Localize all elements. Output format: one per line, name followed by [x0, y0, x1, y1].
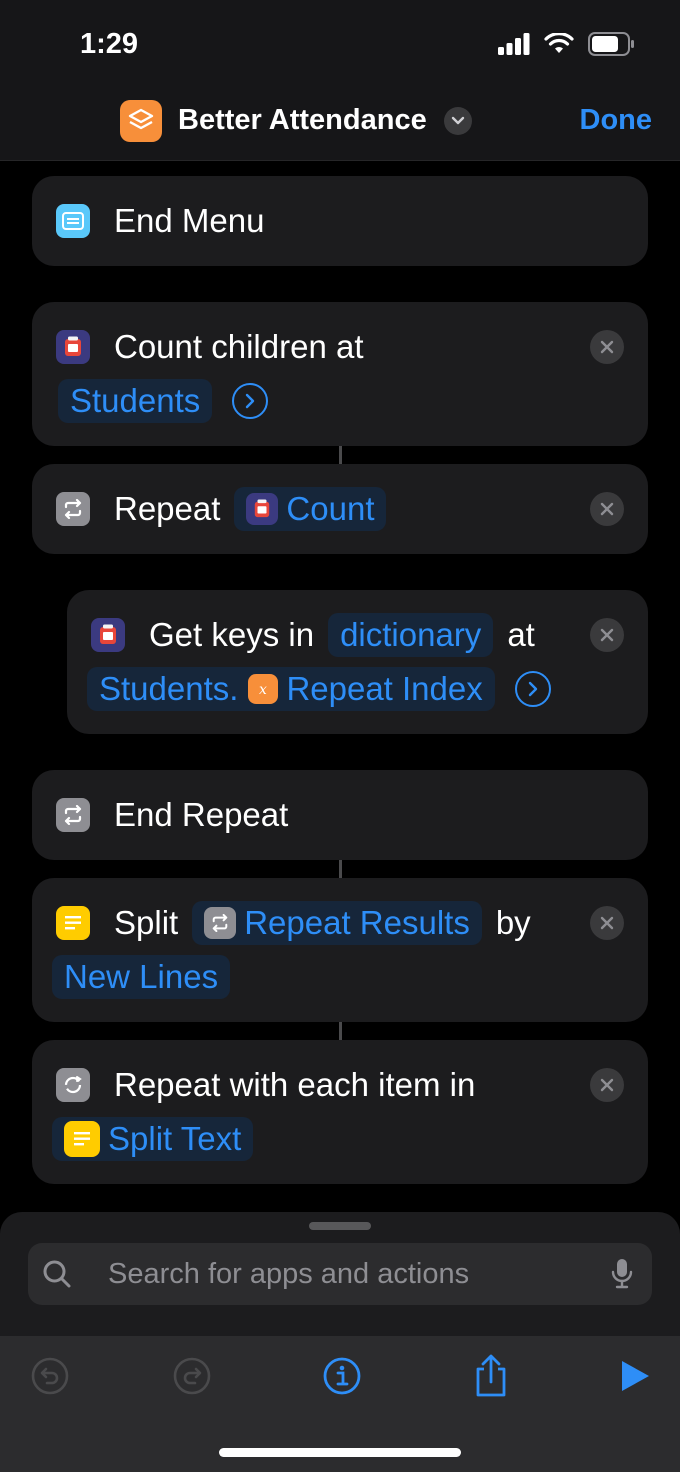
- menu-icon: [56, 204, 90, 238]
- done-button[interactable]: Done: [580, 104, 653, 137]
- count-token[interactable]: Count: [234, 487, 387, 531]
- split-text-token[interactable]: Split Text: [52, 1117, 254, 1161]
- undo-button[interactable]: [30, 1356, 70, 1396]
- action-label: End Repeat: [114, 796, 289, 833]
- dictionary-icon: [56, 330, 90, 364]
- repeat-each-icon: [56, 1068, 90, 1102]
- action-label: Split: [114, 904, 179, 941]
- at-label: at: [507, 616, 535, 653]
- by-label: by: [495, 904, 531, 941]
- share-icon: [476, 1354, 506, 1397]
- action-label: Repeat: [114, 490, 221, 527]
- info-icon: [323, 1357, 361, 1395]
- chevron-down-icon[interactable]: [444, 107, 472, 135]
- action-end-repeat[interactable]: End Repeat: [32, 770, 648, 860]
- remove-action-button[interactable]: [590, 492, 624, 526]
- connector-line: [339, 1022, 342, 1040]
- shortcuts-app-icon[interactable]: [120, 100, 162, 142]
- wifi-icon: [544, 33, 574, 53]
- status-bar: 1:29: [0, 0, 680, 88]
- search-icon: [43, 1260, 71, 1288]
- separator-token[interactable]: New Lines: [52, 955, 231, 999]
- action-label: End Menu: [114, 202, 265, 239]
- sheet-grabber[interactable]: [309, 1222, 371, 1230]
- action-label: Get keys in: [149, 616, 315, 653]
- remove-action-button[interactable]: [590, 618, 624, 652]
- repeat-results-token[interactable]: Repeat Results: [192, 901, 482, 945]
- action-count[interactable]: Count children at Students: [32, 302, 648, 446]
- connector-line: [339, 860, 342, 878]
- status-time: 1:29: [80, 28, 139, 60]
- repeat-icon: [56, 798, 90, 832]
- run-button[interactable]: [614, 1356, 654, 1396]
- dictionary-icon: [246, 493, 279, 525]
- students-token[interactable]: Students: [58, 379, 213, 423]
- text-icon: [56, 906, 90, 940]
- remove-action-button[interactable]: [590, 906, 624, 940]
- action-repeat[interactable]: Repeat Count: [32, 464, 648, 554]
- connector-line: [339, 446, 342, 464]
- repeat-icon: [56, 492, 90, 526]
- status-icons: [498, 32, 636, 56]
- redo-button[interactable]: [172, 1356, 212, 1396]
- search-input[interactable]: [108, 1243, 608, 1305]
- share-button[interactable]: [471, 1354, 511, 1397]
- variable-icon: x: [248, 674, 279, 704]
- mic-icon[interactable]: [610, 1257, 634, 1291]
- search-field[interactable]: [28, 1243, 652, 1305]
- action-search-sheet[interactable]: [0, 1212, 680, 1336]
- key-path-token[interactable]: Students. x Repeat Index: [87, 667, 495, 711]
- action-label: Count children at: [114, 328, 364, 365]
- svg-text:x: x: [259, 682, 267, 697]
- chevron-right-icon[interactable]: [514, 671, 551, 707]
- signal-icon: [498, 33, 530, 55]
- remove-action-button[interactable]: [590, 330, 624, 364]
- action-repeat-each[interactable]: Repeat with each item in Split Text: [32, 1040, 648, 1184]
- action-label: Repeat with each item in: [114, 1066, 476, 1103]
- chevron-right-icon[interactable]: [232, 383, 269, 419]
- editor-toolbar: [0, 1336, 680, 1472]
- home-indicator: [219, 1448, 461, 1457]
- undo-icon: [31, 1357, 69, 1395]
- dictionary-token[interactable]: dictionary: [328, 613, 494, 657]
- redo-icon: [173, 1357, 211, 1395]
- shortcut-title[interactable]: Better Attendance: [178, 104, 427, 137]
- info-button[interactable]: [322, 1356, 362, 1396]
- play-icon: [622, 1361, 649, 1391]
- nav-bar: Better Attendance Done: [0, 88, 680, 161]
- action-split[interactable]: Split Repeat Results by New Lines: [32, 878, 648, 1022]
- repeat-icon: [204, 907, 237, 939]
- remove-action-button[interactable]: [590, 1068, 624, 1102]
- action-end-menu[interactable]: End Menu: [32, 176, 648, 266]
- text-icon: [64, 1121, 100, 1157]
- battery-icon: [588, 32, 634, 56]
- dictionary-icon: [91, 618, 125, 652]
- action-get-keys[interactable]: Get keys in dictionary at Students. x Re…: [67, 590, 648, 734]
